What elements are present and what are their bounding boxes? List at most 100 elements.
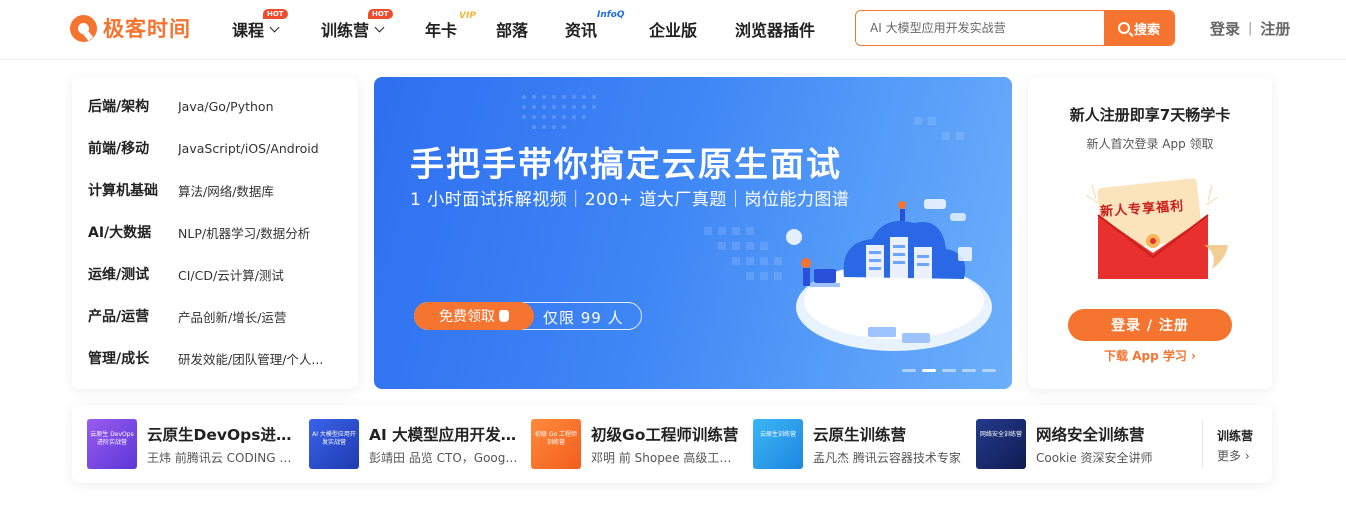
camp-thumb-text: 云原生 DevOps 进阶实战营 [90, 431, 134, 446]
camp-instructor: 彭靖田 品览 CTO，Google 开发者专家 [369, 451, 519, 465]
category-item[interactable]: 运维/测试 CI/CD/云计算/测试 [88, 264, 348, 284]
category-item[interactable]: 管理/成长 研发效能/团队管理/个人... [88, 348, 348, 368]
camps-more-link[interactable]: 更多 › [1217, 447, 1250, 464]
camp-item[interactable]: AI 大模型应用开发实战营 AI 大模型应用开发实战营 彭靖田 品览 CTO，G… [309, 419, 519, 469]
nav-tribe[interactable]: 部落 [496, 17, 528, 41]
carousel-dot[interactable] [942, 369, 956, 372]
camps-section-title: 训练营 [1217, 429, 1254, 443]
camp-instructor: 孟凡杰 腾讯云容器技术专家 [813, 451, 961, 465]
pointer-hand-icon [499, 310, 509, 322]
category-item[interactable]: 后端/架构 Java/Go/Python [88, 96, 348, 116]
camp-thumbnail[interactable]: AI 大模型应用开发实战营 [309, 419, 359, 469]
nav-label: 资讯 [565, 21, 598, 40]
camp-thumb-text: 网络安全训练营 [979, 431, 1022, 438]
chevron-down-icon [269, 22, 280, 32]
camp-thumbnail[interactable]: 云原生训练营 [753, 419, 803, 469]
nav-enterprise[interactable]: 企业版 [649, 17, 697, 41]
search-bar: 搜索 [855, 10, 1175, 46]
camp-item[interactable]: 初级 Go 工程师训练营 初级Go工程师训练营 邓明 前 Shopee 高级工程… [531, 419, 741, 469]
promo-title: 新人注册即享7天畅学卡 [1069, 106, 1231, 124]
category-item[interactable]: 前端/移动 JavaScript/iOS/Android [88, 138, 348, 158]
nav-news[interactable]: 资讯 InfoQ [565, 10, 625, 41]
camp-item[interactable]: 云原生训练营 云原生训练营 孟凡杰 腾讯云容器技术专家 [753, 419, 963, 469]
nav-label: 课程 [232, 21, 265, 40]
login-register-button[interactable]: 登录 / 注册 [1068, 309, 1232, 341]
camp-thumbnail[interactable]: 初级 Go 工程师训练营 [531, 419, 581, 469]
category-title[interactable]: 管理/成长 [88, 348, 178, 368]
vip-badge: VIP [459, 11, 476, 21]
category-menu: 后端/架构 Java/Go/Python 前端/移动 JavaScript/iO… [72, 77, 358, 389]
register-link[interactable]: 注册 [1260, 18, 1290, 39]
download-app-link[interactable]: 下载 App 学习 › [1028, 347, 1272, 364]
nav-courses[interactable]: 课程 HOT [232, 9, 288, 41]
camp-thumb-text: AI 大模型应用开发实战营 [312, 431, 356, 446]
limited-quota-text: 仅限 99 人 [543, 309, 624, 327]
camp-title[interactable]: 网络安全训练营 [1036, 423, 1186, 445]
red-envelope-icon [1085, 178, 1228, 279]
camp-title[interactable]: 云原生DevOps进阶实战营 [147, 423, 297, 445]
carousel-dot[interactable] [962, 369, 976, 372]
category-subtopics[interactable]: CI/CD/云计算/测试 [178, 265, 343, 284]
category-title[interactable]: 后端/架构 [88, 96, 178, 116]
search-button[interactable]: 搜索 [1104, 11, 1174, 45]
login-link[interactable]: 登录 [1210, 18, 1240, 39]
search-icon [1117, 22, 1130, 34]
chevron-down-icon [374, 22, 385, 32]
nav-browser-plugin[interactable]: 浏览器插件 [735, 17, 815, 41]
nav-camps[interactable]: 训练营 HOT [321, 9, 393, 41]
category-title[interactable]: AI/大数据 [88, 222, 178, 242]
category-subtopics[interactable]: Java/Go/Python [178, 99, 343, 114]
top-nav-bar: 极客时间 课程 HOT 训练营 HOT 年卡 VIP 部落 资讯 InfoQ 企… [0, 0, 1346, 60]
hero-banner[interactable]: 手把手带你搞定云原生面试 1 小时面试拆解视频｜200+ 道大厂真题｜岗位能力图… [374, 77, 1012, 389]
category-subtopics[interactable]: JavaScript/iOS/Android [178, 141, 343, 156]
category-subtopics[interactable]: NLP/机器学习/数据分析 [178, 223, 343, 242]
nav-annual-card[interactable]: 年卡 VIP [425, 11, 476, 41]
new-user-promo-card: 新人注册即享7天畅学卡 新人首次登录 App 领取 新人专享福利 登录 / 注册… [1028, 77, 1272, 389]
camp-title[interactable]: AI 大模型应用开发实战营 [369, 423, 519, 445]
page: 极客时间 课程 HOT 训练营 HOT 年卡 VIP 部落 资讯 InfoQ 企… [0, 0, 1346, 510]
hot-badge: HOT [263, 9, 288, 19]
category-item[interactable]: AI/大数据 NLP/机器学习/数据分析 [88, 222, 348, 242]
banner-cta[interactable]: 免费领取 仅限 99 人 [414, 302, 642, 330]
camp-instructor: Cookie 资深安全讲师 [1036, 451, 1153, 465]
category-title[interactable]: 计算机基础 [88, 180, 178, 200]
infoq-badge: InfoQ [597, 10, 625, 20]
camp-item[interactable]: 云原生 DevOps 进阶实战营 云原生DevOps进阶实战营 王炜 前腾讯云 … [87, 419, 297, 469]
carousel-dot[interactable] [902, 369, 916, 372]
category-title[interactable]: 前端/移动 [88, 138, 178, 158]
carousel-indicators [902, 369, 996, 372]
auth-separator: | [1248, 21, 1253, 36]
search-input[interactable] [856, 11, 1104, 45]
camp-title[interactable]: 初级Go工程师训练营 [591, 423, 741, 445]
camp-thumb-text: 云原生训练营 [759, 431, 796, 438]
banner-title: 手把手带你搞定云原生面试 [410, 145, 842, 185]
category-subtopics[interactable]: 产品创新/增长/运营 [178, 307, 343, 326]
camp-thumbnail[interactable]: 网络安全训练营 [976, 419, 1026, 469]
category-item[interactable]: 计算机基础 算法/网络/数据库 [88, 180, 348, 200]
logo[interactable]: 极客时间 [70, 13, 191, 43]
search-button-label: 搜索 [1133, 22, 1160, 38]
category-item[interactable]: 产品/运营 产品创新/增长/运营 [88, 306, 348, 326]
free-claim-button[interactable]: 免费领取 [414, 302, 534, 330]
nav-label: 浏览器插件 [735, 21, 816, 40]
carousel-dot-active[interactable] [922, 369, 936, 372]
hot-badge: HOT [368, 9, 393, 19]
category-title[interactable]: 运维/测试 [88, 264, 178, 284]
carousel-dot[interactable] [982, 369, 996, 372]
camp-thumbnail[interactable]: 云原生 DevOps 进阶实战营 [87, 419, 137, 469]
nav-label: 训练营 [321, 21, 370, 40]
promo-subtitle: 新人首次登录 App 领取 [1086, 137, 1214, 151]
camp-thumb-text: 初级 Go 工程师训练营 [534, 431, 578, 446]
camp-title[interactable]: 云原生训练营 [813, 423, 963, 445]
training-camps-strip: 云原生 DevOps 进阶实战营 云原生DevOps进阶实战营 王炜 前腾讯云 … [72, 405, 1272, 483]
nav-label: 企业版 [649, 21, 698, 40]
camp-instructor: 王炜 前腾讯云 CODING 架构师 [147, 451, 297, 465]
geekbang-logo-icon [70, 14, 97, 42]
free-claim-label: 免费领取 [439, 309, 495, 325]
category-subtopics[interactable]: 算法/网络/数据库 [178, 181, 343, 200]
category-subtopics[interactable]: 研发效能/团队管理/个人... [178, 349, 343, 368]
camp-item[interactable]: 网络安全训练营 网络安全训练营 Cookie 资深安全讲师 [976, 419, 1186, 469]
logo-text: 极客时间 [103, 17, 191, 41]
category-title[interactable]: 产品/运营 [88, 306, 178, 326]
cloud-server-illustration [786, 199, 992, 351]
